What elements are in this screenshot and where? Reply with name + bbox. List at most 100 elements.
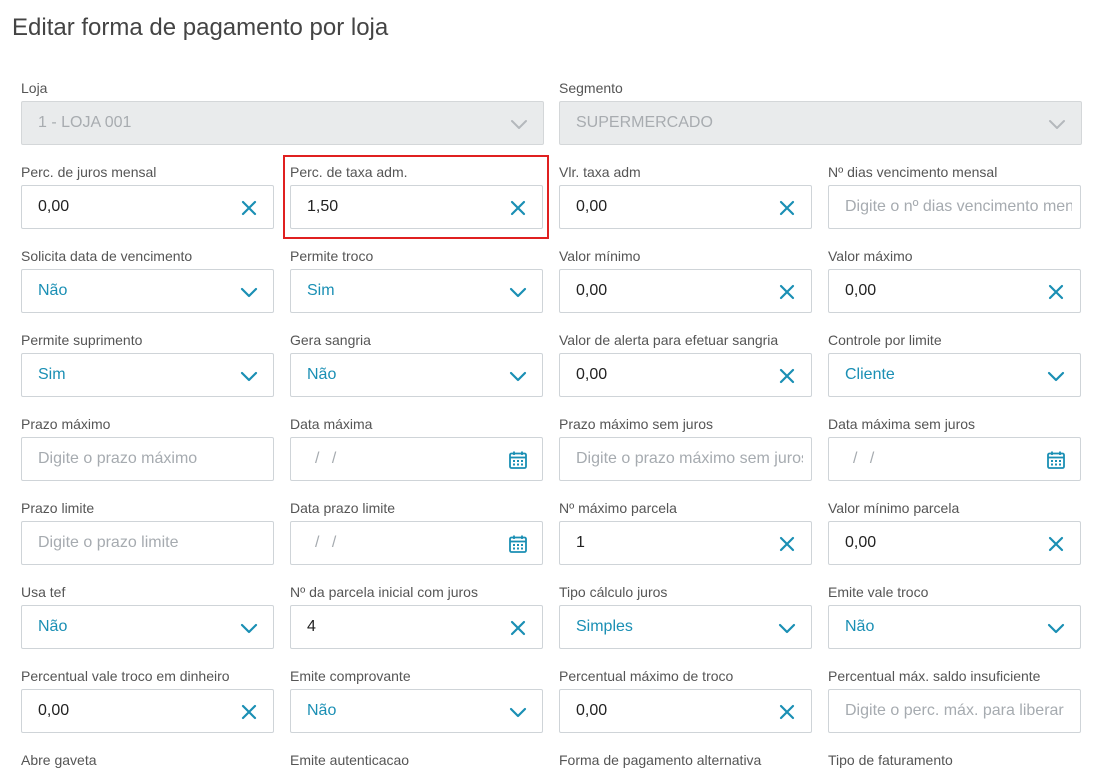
perc-de-juros-mensal-value: 0,00 (38, 198, 70, 215)
percentual-max-saldo-insuficiente-label: Percentual máx. saldo insuficiente (828, 668, 1041, 684)
percentual-max-saldo-insuficiente-placeholder: Digite o perc. máx. para liberar (845, 702, 1064, 719)
abre-gaveta-label: Abre gaveta (21, 752, 97, 768)
clear-icon[interactable] (777, 198, 797, 218)
perc-de-juros-mensal-input[interactable]: 0,00 (21, 185, 274, 229)
usa-tef-select[interactable]: Não (21, 605, 274, 649)
data-maxima-sem-juros-label: Data máxima sem juros (828, 416, 976, 432)
emite-vale-troco-select[interactable]: Não (828, 605, 1081, 649)
gera-sangria-value: Não (307, 366, 337, 383)
n-dias-vencimento-mensal-placeholder: Digite o nº dias vencimento mensal (845, 198, 1072, 215)
data-maxima-date-input[interactable]: / / (290, 437, 543, 481)
valor-maximo-input[interactable]: 0,00 (828, 269, 1081, 313)
percentual-maximo-de-troco-input[interactable]: 0,00 (559, 689, 812, 733)
calendar-icon[interactable] (508, 534, 528, 554)
chevron-down-icon[interactable] (239, 618, 259, 638)
loja-label: Loja (21, 80, 48, 96)
vlr-taxa-adm-input[interactable]: 0,00 (559, 185, 812, 229)
gera-sangria-select[interactable]: Não (290, 353, 543, 397)
permite-suprimento-select[interactable]: Sim (21, 353, 274, 397)
chevron-down-icon[interactable] (1046, 618, 1066, 638)
clear-icon[interactable] (1046, 534, 1066, 554)
tipo-calculo-juros-select[interactable]: Simples (559, 605, 812, 649)
permite-troco-select[interactable]: Sim (290, 269, 543, 313)
valor-minimo-parcela-label: Valor mínimo parcela (828, 500, 960, 516)
prazo-maximo-label: Prazo máximo (21, 416, 111, 432)
permite-troco-label: Permite troco (290, 248, 374, 264)
prazo-maximo-sem-juros-placeholder: Digite o prazo máximo sem juros (576, 450, 803, 467)
vlr-taxa-adm-value: 0,00 (576, 198, 608, 215)
segmento-select: SUPERMERCADO (559, 101, 1082, 145)
usa-tef-value: Não (38, 618, 68, 635)
data-maxima-value: / / (315, 450, 341, 467)
n-dias-vencimento-mensal-input[interactable]: Digite o nº dias vencimento mensal (828, 185, 1081, 229)
solicita-data-de-vencimento-select[interactable]: Não (21, 269, 274, 313)
segmento-value: SUPERMERCADO (576, 114, 713, 131)
clear-icon[interactable] (508, 618, 528, 638)
data-prazo-limite-value: / / (315, 534, 341, 551)
chevron-down-icon[interactable] (777, 618, 797, 638)
data-prazo-limite-date-input[interactable]: / / (290, 521, 543, 565)
percentual-maximo-de-troco-label: Percentual máximo de troco (559, 668, 734, 684)
emite-comprovante-label: Emite comprovante (290, 668, 411, 684)
valor-maximo-value: 0,00 (845, 282, 877, 299)
page-title: Editar forma de pagamento por loja (12, 14, 389, 41)
data-maxima-label: Data máxima (290, 416, 373, 432)
calendar-icon[interactable] (508, 450, 528, 470)
valor-minimo-input[interactable]: 0,00 (559, 269, 812, 313)
valor-minimo-parcela-input[interactable]: 0,00 (828, 521, 1081, 565)
chevron-down-icon[interactable] (239, 366, 259, 386)
valor-de-alerta-para-efetuar-sangria-label: Valor de alerta para efetuar sangria (559, 332, 779, 348)
percentual-vale-troco-em-dinheiro-input[interactable]: 0,00 (21, 689, 274, 733)
calendar-icon[interactable] (1046, 450, 1066, 470)
solicita-data-de-vencimento-label: Solicita data de vencimento (21, 248, 193, 264)
forma-de-pagamento-alternativa-label: Forma de pagamento alternativa (559, 752, 762, 768)
chevron-down-icon[interactable] (239, 282, 259, 302)
permite-suprimento-value: Sim (38, 366, 66, 383)
n-maximo-parcela-label: Nº máximo parcela (559, 500, 677, 516)
tipo-de-faturamento-label: Tipo de faturamento (828, 752, 953, 768)
data-maxima-sem-juros-date-input[interactable]: / / (828, 437, 1081, 481)
chevron-down-icon[interactable] (508, 366, 528, 386)
solicita-data-de-vencimento-value: Não (38, 282, 68, 299)
chevron-down-icon[interactable] (508, 702, 528, 722)
controle-por-limite-label: Controle por limite (828, 332, 942, 348)
emite-vale-troco-label: Emite vale troco (828, 584, 929, 600)
permite-troco-value: Sim (307, 282, 335, 299)
clear-icon[interactable] (777, 282, 797, 302)
valor-de-alerta-para-efetuar-sangria-input[interactable]: 0,00 (559, 353, 812, 397)
n-maximo-parcela-input[interactable]: 1 (559, 521, 812, 565)
loja-select: 1 - LOJA 001 (21, 101, 544, 145)
clear-icon[interactable] (239, 702, 259, 722)
n-da-parcela-inicial-com-juros-input[interactable]: 4 (290, 605, 543, 649)
n-da-parcela-inicial-com-juros-label: Nº da parcela inicial com juros (290, 584, 478, 600)
clear-icon[interactable] (1046, 282, 1066, 302)
permite-suprimento-label: Permite suprimento (21, 332, 143, 348)
tipo-calculo-juros-label: Tipo cálculo juros (559, 584, 668, 600)
clear-icon[interactable] (777, 534, 797, 554)
prazo-limite-placeholder: Digite o prazo limite (38, 534, 179, 551)
prazo-limite-label: Prazo limite (21, 500, 95, 516)
percentual-vale-troco-em-dinheiro-value: 0,00 (38, 702, 70, 719)
prazo-maximo-sem-juros-input[interactable]: Digite o prazo máximo sem juros (559, 437, 812, 481)
emite-comprovante-select[interactable]: Não (290, 689, 543, 733)
chevron-down-icon (509, 114, 529, 134)
clear-icon[interactable] (239, 198, 259, 218)
n-maximo-parcela-value: 1 (576, 534, 585, 551)
controle-por-limite-select[interactable]: Cliente (828, 353, 1081, 397)
clear-icon[interactable] (777, 702, 797, 722)
percentual-max-saldo-insuficiente-input[interactable]: Digite o perc. máx. para liberar (828, 689, 1081, 733)
chevron-down-icon[interactable] (1046, 366, 1066, 386)
chevron-down-icon (1047, 114, 1067, 134)
prazo-maximo-sem-juros-label: Prazo máximo sem juros (559, 416, 714, 432)
n-da-parcela-inicial-com-juros-value: 4 (307, 618, 316, 635)
valor-de-alerta-para-efetuar-sangria-value: 0,00 (576, 366, 608, 383)
segmento-label: Segmento (559, 80, 623, 96)
prazo-limite-input[interactable]: Digite o prazo limite (21, 521, 274, 565)
prazo-maximo-input[interactable]: Digite o prazo máximo (21, 437, 274, 481)
data-maxima-sem-juros-value: / / (853, 450, 879, 467)
tipo-calculo-juros-value: Simples (576, 618, 633, 635)
prazo-maximo-placeholder: Digite o prazo máximo (38, 450, 198, 467)
gera-sangria-label: Gera sangria (290, 332, 371, 348)
clear-icon[interactable] (777, 366, 797, 386)
chevron-down-icon[interactable] (508, 282, 528, 302)
